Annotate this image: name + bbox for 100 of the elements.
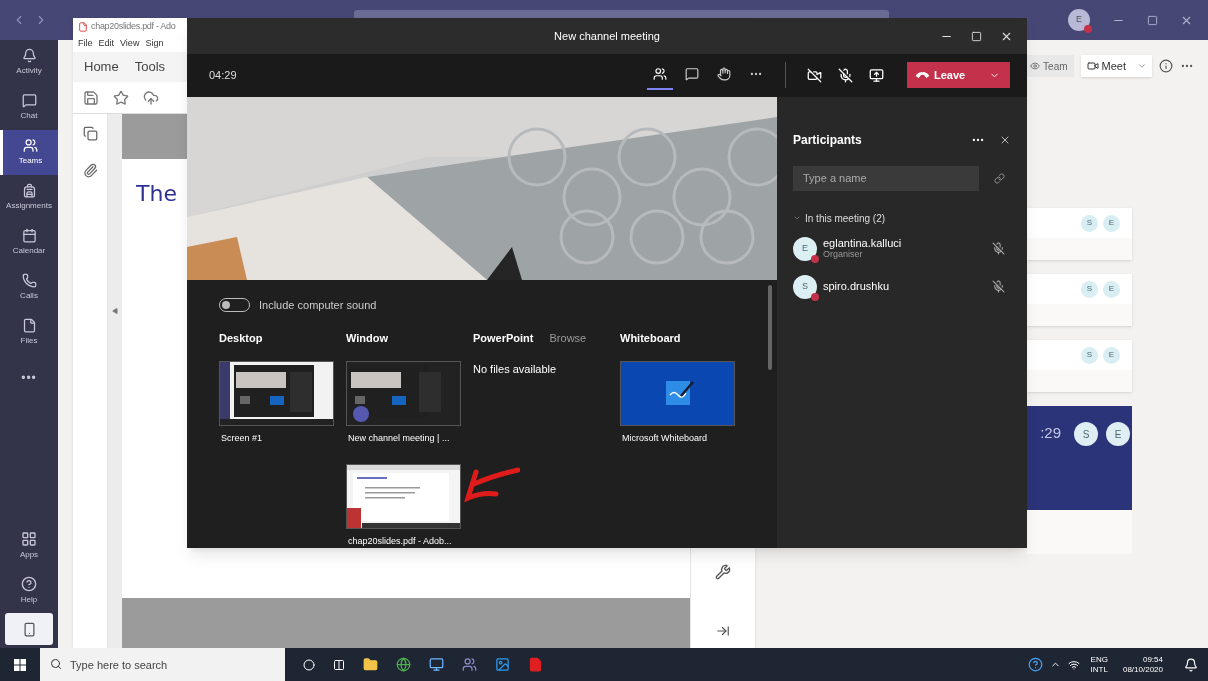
image-icon[interactable] bbox=[495, 657, 510, 672]
share-tray-icon[interactable] bbox=[869, 67, 884, 83]
tab[interactable]: Tools bbox=[134, 57, 166, 77]
help-icon bbox=[21, 575, 37, 592]
pages-icon[interactable] bbox=[82, 126, 98, 141]
rail-item[interactable]: Help bbox=[0, 568, 58, 613]
maximize-icon[interactable] bbox=[971, 30, 982, 42]
empty-message: No files available bbox=[473, 362, 558, 377]
hand-icon bbox=[717, 67, 731, 82]
menu-item[interactable]: File bbox=[78, 37, 93, 51]
grid-icon bbox=[21, 530, 37, 547]
notification-icon[interactable] bbox=[1184, 657, 1198, 672]
mic-off-icon[interactable] bbox=[992, 280, 1005, 293]
chat-icon bbox=[685, 67, 699, 82]
team-button[interactable]: Team bbox=[1024, 55, 1074, 77]
browse-link[interactable]: Browse bbox=[549, 329, 587, 347]
save-icon[interactable] bbox=[83, 89, 99, 106]
mobile-button[interactable] bbox=[5, 613, 53, 645]
menu-item[interactable]: Edit bbox=[98, 37, 115, 51]
network-icon[interactable] bbox=[1067, 658, 1080, 671]
menu-item[interactable]: View bbox=[120, 37, 140, 51]
pdf-file-icon bbox=[78, 22, 88, 32]
participant-name: spiro.drushku bbox=[823, 281, 890, 292]
camera-off-icon[interactable] bbox=[807, 67, 822, 83]
upload-icon[interactable] bbox=[143, 89, 159, 106]
rail-item[interactable]: Chat bbox=[0, 85, 58, 130]
help-icon[interactable] bbox=[1027, 657, 1043, 672]
eye-icon bbox=[1030, 61, 1041, 71]
folder-icon[interactable] bbox=[363, 657, 378, 672]
avatar: S bbox=[793, 274, 817, 299]
panel-title: Participants bbox=[793, 131, 862, 149]
avatar: S bbox=[1081, 280, 1098, 298]
window-title: New channel meeting bbox=[553, 28, 661, 44]
people-icon bbox=[23, 138, 38, 153]
avatar: E bbox=[1103, 346, 1120, 364]
paperclip-icon[interactable] bbox=[82, 163, 98, 178]
wrench-icon[interactable] bbox=[715, 564, 731, 580]
maximize-icon[interactable] bbox=[1147, 14, 1158, 26]
collapse-arrow-icon[interactable] bbox=[112, 308, 118, 314]
link-icon[interactable] bbox=[994, 172, 1005, 184]
circle-icon[interactable] bbox=[303, 658, 315, 671]
chat-icon bbox=[21, 93, 37, 108]
section-heading: Desktop bbox=[219, 330, 263, 346]
start-icon[interactable] bbox=[14, 658, 26, 671]
monitor-icon[interactable] bbox=[429, 657, 444, 672]
avatar: S bbox=[1081, 346, 1098, 364]
phone-icon bbox=[21, 273, 37, 288]
meeting-card[interactable]: :29 S E bbox=[1027, 406, 1132, 510]
slide-heading: The bbox=[136, 181, 177, 206]
search-field[interactable]: Type here to search bbox=[40, 648, 285, 681]
search-icon bbox=[50, 658, 62, 670]
star-icon[interactable] bbox=[113, 89, 129, 106]
keyboard-layout[interactable]: INTL bbox=[1090, 664, 1108, 675]
people-icon bbox=[653, 67, 667, 82]
user-avatar[interactable]: E bbox=[1068, 9, 1090, 31]
leave-label[interactable]: Leave bbox=[934, 67, 966, 84]
file-icon bbox=[21, 318, 37, 333]
participant-role: Organiser bbox=[823, 248, 863, 260]
rail-item[interactable]: Assignments bbox=[0, 175, 58, 220]
people-icon[interactable] bbox=[462, 657, 477, 672]
clock-date[interactable]: 08/10/2020 bbox=[1122, 664, 1163, 675]
arrow-to-line-icon[interactable] bbox=[716, 624, 730, 638]
rail-item[interactable]: Calendar bbox=[0, 220, 58, 265]
rail-item[interactable]: Activity bbox=[0, 40, 58, 85]
bell-icon bbox=[21, 48, 37, 63]
avatar: E bbox=[1103, 280, 1120, 298]
search-field[interactable] bbox=[354, 10, 889, 18]
backpack-icon bbox=[21, 183, 37, 198]
scrollbar[interactable] bbox=[768, 284, 772, 370]
avatar: S bbox=[1074, 422, 1098, 446]
toggle-label: Include computer sound bbox=[259, 297, 377, 313]
search-field[interactable]: Type a name bbox=[793, 165, 979, 191]
avatar: S bbox=[1081, 214, 1098, 232]
rail-item[interactable]: Teams bbox=[0, 130, 58, 175]
section-heading: Window bbox=[346, 330, 389, 346]
group-header[interactable]: In this meeting (2) bbox=[793, 210, 1011, 226]
leave-button[interactable]: Leave bbox=[907, 62, 1010, 89]
tab[interactable]: Home bbox=[84, 57, 119, 77]
info-icon[interactable] bbox=[1159, 59, 1173, 73]
globe-icon[interactable] bbox=[396, 657, 411, 672]
meet-label[interactable]: Meet bbox=[1101, 57, 1126, 75]
rail-item[interactable]: Files bbox=[0, 310, 58, 355]
arrow-annotation bbox=[462, 465, 520, 502]
menu-item[interactable]: Sign bbox=[145, 37, 164, 51]
section-heading: Whiteboard bbox=[620, 330, 681, 346]
camera-icon bbox=[1086, 60, 1099, 72]
phone-icon bbox=[21, 621, 37, 637]
avatar: E bbox=[793, 236, 817, 261]
language-code[interactable]: ENG bbox=[1090, 654, 1108, 665]
rail-item[interactable]: ••• bbox=[0, 355, 58, 400]
pdf-file-icon[interactable] bbox=[528, 657, 543, 672]
clock-time[interactable]: 09:54 bbox=[1142, 654, 1163, 665]
section-heading: PowerPoint bbox=[473, 330, 534, 346]
rail-item[interactable]: Calls bbox=[0, 265, 58, 310]
rail-item[interactable]: Apps bbox=[0, 523, 58, 568]
meet-button[interactable]: Meet bbox=[1080, 55, 1152, 77]
mic-off-icon[interactable] bbox=[992, 242, 1005, 255]
avatar: E bbox=[1106, 422, 1130, 446]
meeting-time: :29 bbox=[1040, 423, 1061, 443]
task-view-icon[interactable] bbox=[333, 658, 345, 671]
